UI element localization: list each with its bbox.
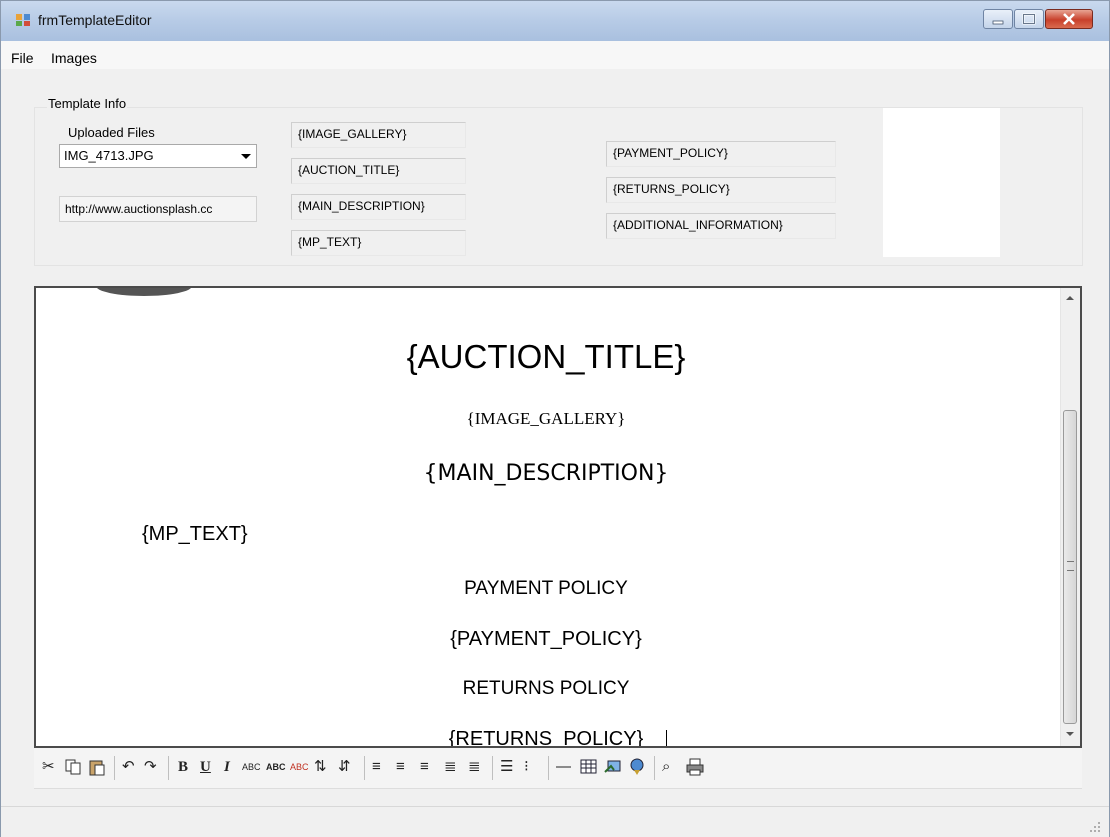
html-editor[interactable]: {AUCTION_TITLE} {IMAGE_GALLERY} {MAIN_DE…: [34, 286, 1082, 748]
find-icon[interactable]: ⌕: [662, 758, 670, 776]
bold-button[interactable]: B: [178, 758, 188, 776]
undo-icon[interactable]: ↶: [122, 758, 135, 776]
window-title: frmTemplateEditor: [38, 12, 152, 28]
token-returns-policy[interactable]: {RETURNS_POLICY}: [606, 177, 836, 203]
strike-caps-button[interactable]: ABC: [290, 758, 309, 776]
token-auction-title[interactable]: {AUCTION_TITLE}: [291, 158, 466, 184]
status-bar: [1, 806, 1109, 837]
italic-button[interactable]: I: [224, 758, 230, 776]
url-value: http://www.auctionsplash.cc: [65, 202, 213, 216]
insert-image-icon[interactable]: [604, 758, 622, 776]
token-image-gallery[interactable]: {IMAGE_GALLERY}: [291, 122, 466, 148]
menu-bar: File Images: [1, 41, 1109, 69]
small-caps-button[interactable]: ABC: [242, 758, 261, 776]
align-center-icon[interactable]: ≡: [396, 758, 405, 776]
resize-grip-icon[interactable]: [1089, 821, 1101, 833]
editor-main-description: {MAIN_DESCRIPTION}: [423, 461, 669, 486]
uploaded-files-label: Uploaded Files: [68, 125, 155, 140]
image-preview: [883, 108, 1000, 257]
minimize-button[interactable]: [983, 9, 1013, 29]
editor-auction-title: {AUCTION_TITLE}: [406, 338, 686, 375]
editor-returns-token: {RETURNS_POLICY}: [448, 728, 644, 748]
template-shadow-graphic: [96, 288, 192, 296]
toolbar-separator: [364, 756, 365, 780]
editor-returns-heading: RETURNS POLICY: [462, 678, 630, 699]
redo-icon[interactable]: ↷: [144, 758, 157, 776]
print-icon[interactable]: [686, 758, 704, 776]
horizontal-rule-icon[interactable]: —: [556, 758, 571, 776]
app-window: frmTemplateEditor File Images Template I…: [0, 0, 1110, 837]
toolbar-separator: [114, 756, 115, 780]
cut-icon[interactable]: ✂: [42, 758, 55, 776]
editor-payment-token: {PAYMENT_POLICY}: [450, 628, 642, 650]
bullet-list-icon[interactable]: ☰: [500, 758, 513, 776]
grip-icon: [1067, 561, 1074, 571]
numbered-list-icon[interactable]: ⁝: [524, 758, 529, 776]
editor-image-gallery: {IMAGE_GALLERY}: [466, 409, 626, 428]
maximize-button[interactable]: [1014, 9, 1044, 29]
outdent-icon[interactable]: ≣: [468, 758, 481, 776]
menu-images[interactable]: Images: [51, 50, 97, 66]
token-mp-text[interactable]: {MP_TEXT}: [291, 230, 466, 256]
caps-button[interactable]: ABC: [266, 758, 286, 776]
uploaded-files-dropdown[interactable]: IMG_4713.JPG: [59, 144, 257, 168]
align-left-icon[interactable]: ≡: [372, 758, 381, 776]
toolbar-separator: [548, 756, 549, 780]
table-icon[interactable]: [580, 758, 598, 776]
minimize-icon: [992, 20, 1004, 25]
align-right-icon[interactable]: ≡: [420, 758, 429, 776]
underline-button[interactable]: U: [200, 758, 211, 776]
scroll-up-icon[interactable]: [1066, 296, 1074, 300]
close-icon: [1063, 13, 1075, 25]
title-bar[interactable]: frmTemplateEditor: [1, 1, 1109, 41]
close-button[interactable]: [1045, 9, 1093, 29]
toolbar-separator: [654, 756, 655, 780]
editor-toolbar: ✂ ↶ ↷ B U I ABC ABC ABC ⇅ ⇵ ≡ ≡ ≡ ≣ ≣ ☰ …: [34, 748, 1082, 789]
scroll-thumb[interactable]: [1063, 410, 1077, 724]
token-main-description[interactable]: {MAIN_DESCRIPTION}: [291, 194, 466, 220]
copy-icon[interactable]: [64, 758, 82, 776]
paste-icon[interactable]: [88, 758, 106, 776]
selected-file-value: IMG_4713.JPG: [64, 148, 154, 163]
menu-file[interactable]: File: [11, 50, 34, 66]
app-icon: [16, 14, 30, 26]
vertical-scrollbar[interactable]: [1060, 288, 1080, 746]
hyperlink-icon[interactable]: [628, 758, 646, 776]
sort-ascending-icon[interactable]: ⇅: [314, 758, 327, 776]
sort-descending-icon[interactable]: ⇵: [338, 758, 351, 776]
token-payment-policy[interactable]: {PAYMENT_POLICY}: [606, 141, 836, 167]
scroll-down-icon[interactable]: [1066, 732, 1074, 736]
indent-icon[interactable]: ≣: [444, 758, 457, 776]
template-info-label: Template Info: [47, 96, 128, 111]
text-cursor: [666, 730, 667, 746]
token-additional-information[interactable]: {ADDITIONAL_INFORMATION}: [606, 213, 836, 239]
maximize-icon: [1022, 13, 1036, 25]
url-field[interactable]: http://www.auctionsplash.cc: [59, 196, 257, 222]
toolbar-separator: [168, 756, 169, 780]
toolbar-separator: [492, 756, 493, 780]
editor-mp-text: {MP_TEXT}: [142, 523, 248, 545]
chevron-down-icon[interactable]: [241, 154, 251, 159]
editor-payment-heading: PAYMENT POLICY: [464, 578, 628, 599]
